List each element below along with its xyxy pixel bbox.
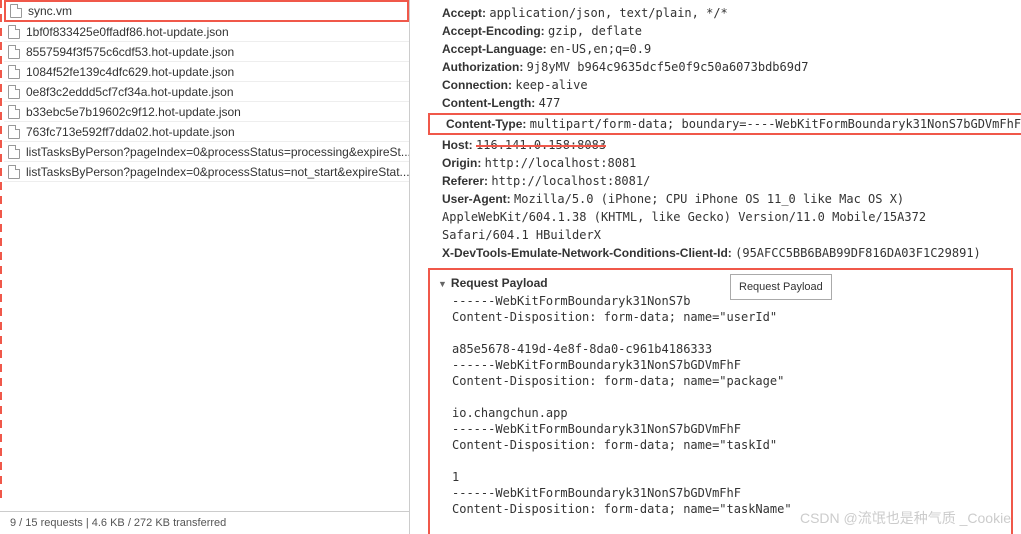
request-row[interactable]: b33ebc5e7b19602c9f12.hot-update.json [4, 102, 409, 122]
status-bar: 9 / 15 requests | 4.6 KB / 272 KB transf… [0, 511, 409, 534]
file-icon [8, 105, 20, 119]
header-value: http://localhost:8081/ [491, 174, 650, 188]
file-icon [8, 65, 20, 79]
request-name: 0e8f3c2eddd5cf7cf34a.hot-update.json [26, 85, 234, 99]
request-name: 8557594f3f575c6cdf53.hot-update.json [26, 45, 234, 59]
payload-body: ------WebKitFormBoundaryk31NonS7b Conten… [438, 293, 1003, 534]
header-key: Host: [442, 138, 473, 152]
header-value: 116.141.0.158:8083 [476, 136, 606, 154]
tooltip: Request Payload [730, 274, 832, 300]
header-value: (95AFCC5BB6BAB99DF816DA03F1C29891) [735, 246, 981, 260]
request-payload-section: Request Payload Request Payload ------We… [428, 268, 1013, 534]
request-name: sync.vm [28, 4, 72, 18]
header-key: Content-Length: [442, 96, 535, 110]
header-key: Content-Type: [446, 117, 526, 131]
request-row[interactable]: listTasksByPerson?pageIndex=0&processSta… [4, 142, 409, 162]
content-type-highlight: Content-Type: multipart/form-data; bound… [428, 113, 1021, 135]
request-name: 1bf0f833425e0ffadf86.hot-update.json [26, 25, 229, 39]
headers-panel: Accept: application/json, text/plain, */… [410, 0, 1021, 534]
timeline-marker [0, 0, 2, 498]
request-name: b33ebc5e7b19602c9f12.hot-update.json [26, 105, 241, 119]
file-icon [10, 4, 22, 18]
header-key: Connection: [442, 78, 512, 92]
status-text: 9 / 15 requests | 4.6 KB / 272 KB transf… [10, 517, 226, 529]
header-key: Accept: [442, 6, 486, 20]
header-value: application/json, text/plain, */* [489, 6, 727, 20]
request-row[interactable]: sync.vm [4, 0, 409, 22]
header-key: X-DevTools-Emulate-Network-Conditions-Cl… [442, 246, 732, 260]
header-value: multipart/form-data; boundary=----WebKit… [530, 117, 1021, 131]
file-icon [8, 25, 20, 39]
header-key: User-Agent: [442, 192, 511, 206]
header-key: Accept-Encoding: [442, 24, 545, 38]
request-row[interactable]: 1084f52fe139c4dfc629.hot-update.json [4, 62, 409, 82]
payload-title[interactable]: Request Payload [438, 274, 1003, 293]
request-row[interactable]: 763fc713e592ff7dda02.hot-update.json [4, 122, 409, 142]
request-name: listTasksByPerson?pageIndex=0&processSta… [26, 165, 409, 179]
request-row[interactable]: 1bf0f833425e0ffadf86.hot-update.json [4, 22, 409, 42]
header-value: Mozilla/5.0 (iPhone; CPU iPhone OS 11_0 … [442, 192, 926, 242]
file-icon [8, 165, 20, 179]
file-icon [8, 145, 20, 159]
header-key: Origin: [442, 156, 481, 170]
header-key: Referer: [442, 174, 488, 188]
header-value: keep-alive [515, 78, 587, 92]
header-value: 477 [539, 96, 561, 110]
file-icon [8, 45, 20, 59]
header-value: 9j8yMV b964c9635dcf5e0f9c50a6073bdb69d7 [527, 60, 809, 74]
request-name: 763fc713e592ff7dda02.hot-update.json [26, 125, 235, 139]
header-value: http://localhost:8081 [485, 156, 637, 170]
request-name: 1084f52fe139c4dfc629.hot-update.json [26, 65, 234, 79]
request-row[interactable]: 0e8f3c2eddd5cf7cf34a.hot-update.json [4, 82, 409, 102]
header-value: gzip, deflate [548, 24, 642, 38]
header-key: Authorization: [442, 60, 523, 74]
header-key: Accept-Language: [442, 42, 547, 56]
header-value: en-US,en;q=0.9 [550, 42, 651, 56]
request-row[interactable]: listTasksByPerson?pageIndex=0&processSta… [4, 162, 409, 182]
network-request-list: sync.vm 1bf0f833425e0ffadf86.hot-update.… [0, 0, 410, 534]
file-icon [8, 85, 20, 99]
request-row[interactable]: 8557594f3f575c6cdf53.hot-update.json [4, 42, 409, 62]
file-icon [8, 125, 20, 139]
request-name: listTasksByPerson?pageIndex=0&processSta… [26, 145, 409, 159]
